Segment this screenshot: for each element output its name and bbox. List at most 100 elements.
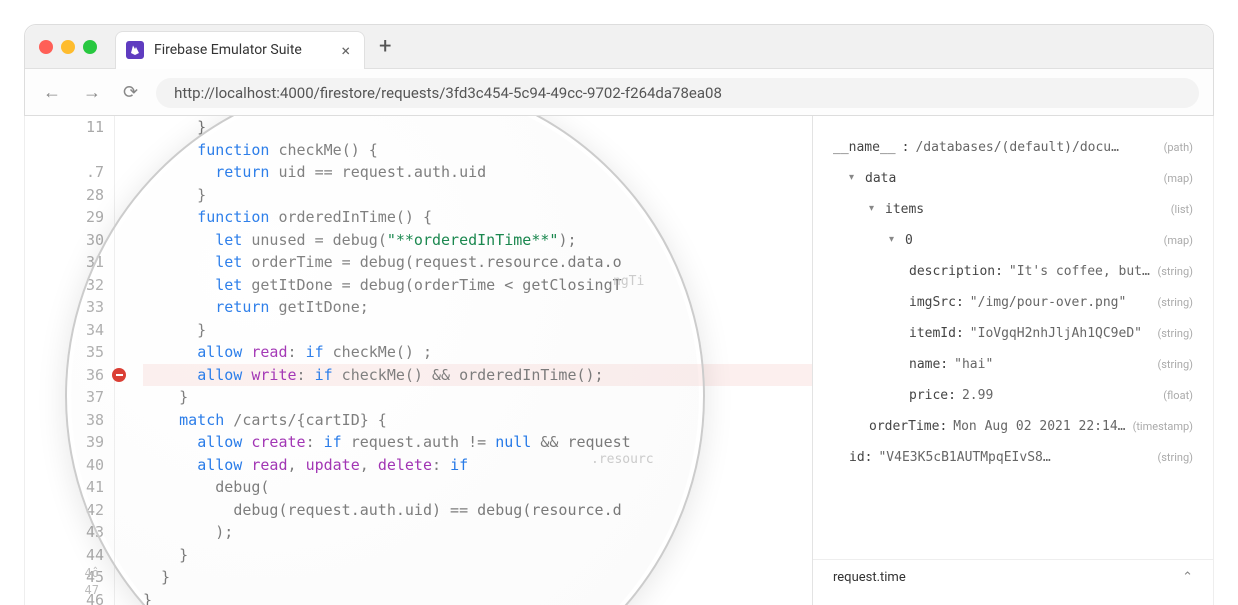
detail-row: imgSrc: "/img/pour-over.png" (string) [833,287,1193,318]
gutter-line: 28 [25,184,104,207]
detail-type: (map) [1164,172,1193,185]
request-time-row[interactable]: request.time ⌃ [813,559,1213,595]
code-line[interactable]: allow create: if request.auth != null &&… [143,431,812,454]
maximize-window-button[interactable] [83,40,97,54]
traffic-lights [39,40,97,54]
detail-row: orderTime: Mon Aug 02 2021 22:14:46 GM… (… [833,411,1193,442]
gutter-line: 32 [25,274,104,297]
line-gutter: 11.7282930313233343536373839404142434445… [25,116,115,605]
detail-key: data [865,171,896,186]
detail-key: __name__ [833,140,896,155]
reload-button[interactable]: ⟳ [119,80,142,105]
rules-editor: 11.7282930313233343536373839404142434445… [25,116,813,605]
detail-key: items [885,202,924,217]
url-text: http://localhost:4000/firestore/requests… [174,84,722,102]
detail-row[interactable]: ▾0(map) [833,225,1193,256]
tab-title: Firebase Emulator Suite [154,42,302,58]
address-row: ← → ⟳ http://localhost:4000/firestore/re… [25,69,1213,116]
detail-val: Mon Aug 02 2021 22:14:46 GM… [953,419,1126,434]
detail-type: (string) [1157,296,1193,309]
tree-toggle-icon[interactable]: ▾ [889,234,899,245]
detail-type: (string) [1157,265,1193,278]
code-line[interactable]: return getItDone; [143,296,812,319]
minimize-window-button[interactable] [61,40,75,54]
forward-button[interactable]: → [79,80,105,105]
detail-key: description: [909,264,1003,279]
detail-type: (string) [1157,358,1193,371]
content-area: 11.7282930313233343536373839404142434445… [24,116,1214,605]
code-line[interactable]: let unused = debug("**orderedInTime**"); [143,229,812,252]
gutter-line: 39 [25,431,104,454]
detail-type: (timestamp) [1133,420,1193,433]
gutter-line: 44 [25,544,104,567]
code-line[interactable]: } [143,566,812,589]
code-line[interactable]: allow read, update, delete: if [143,454,812,477]
new-tab-button[interactable]: + [365,34,405,59]
code-line[interactable]: } [143,184,812,207]
code-line[interactable]: let getItDone = debug(orderTime < getClo… [143,274,812,297]
code-line[interactable]: match /carts/{cartID} { [143,409,812,432]
error-badge-icon[interactable] [112,368,126,382]
tree-toggle-icon[interactable]: ▾ [869,203,879,214]
detail-key: price: [909,388,956,403]
detail-row[interactable]: ▾ items (list) [833,194,1193,225]
code-line[interactable]: let orderTime = debug(request.resource.d… [143,251,812,274]
detail-type: (string) [1157,451,1193,464]
detail-type: (map) [1164,234,1193,247]
code-line[interactable]: function checkMe() { [143,139,812,162]
code-line[interactable]: } [143,116,812,139]
detail-key: imgSrc: [909,295,964,310]
detail-val: 2.99 [962,388,993,403]
detail-type: (list) [1171,203,1193,216]
back-button[interactable]: ← [39,80,65,105]
gutter-line: 42 [25,499,104,522]
detail-key: id: [849,450,872,465]
code-line[interactable]: ); [143,521,812,544]
detail-val: "It's coffee, but fanc… [1009,264,1152,279]
close-window-button[interactable] [39,40,53,54]
code-line[interactable]: } [143,544,812,567]
close-tab-icon[interactable]: × [337,39,354,62]
firebase-favicon-icon [126,41,144,59]
code-line[interactable]: debug(request.auth.uid) == debug(resourc… [143,499,812,522]
code-line[interactable]: } [143,589,812,605]
code-line[interactable]: debug( [143,476,812,499]
gutter-line: 33 [25,296,104,319]
detail-key: orderTime: [869,419,947,434]
code-line[interactable]: allow write: if checkMe() && orderedInTi… [143,364,812,387]
detail-row: price: 2.99 (float) [833,380,1193,411]
gutter-line: 11 [25,116,104,139]
detail-type: (float) [1163,389,1193,402]
detail-key: itemId: [909,326,964,341]
gutter-line: 40 [25,454,104,477]
gutter-line: 35 [25,341,104,364]
detail-row: id: "V4E3K5cB1AUTMpqEIvS8ni5opKVS"(strin… [833,442,1193,473]
code-line[interactable]: } [143,386,812,409]
browser-chrome: Firebase Emulator Suite × + ← → ⟳ http:/… [24,24,1214,116]
detail-type: (path) [1164,141,1193,154]
detail-row: itemId: "IoVgqH2nhJljAh1QC9eD"(string) [833,318,1193,349]
expand-icon: ⌃ [1182,570,1193,585]
tab-strip: Firebase Emulator Suite × + [25,25,1213,69]
gutter-line [25,139,104,162]
browser-tab[interactable]: Firebase Emulator Suite × [115,31,365,69]
detail-row[interactable]: ▾ data (map) [833,163,1193,194]
detail-val: "/img/pour-over.png" [970,295,1127,310]
code-line[interactable]: } [143,319,812,342]
tree-toggle-icon[interactable]: ▾ [849,172,859,183]
gutter-line: .7 [25,161,104,184]
gutter-line: 29 [25,206,104,229]
background-code-fragment: ngTi [613,274,644,289]
request-time-label: request.time [833,570,906,585]
code-line[interactable]: function orderedInTime() { [143,206,812,229]
code-line[interactable]: return uid == request.auth.uid [143,161,812,184]
detail-val: "IoVgqH2nhJljAh1QC9eD" [970,326,1142,341]
code-line[interactable]: allow read: if checkMe() ; [143,341,812,364]
gutter-line: 38 [25,409,104,432]
gutter-line: 30 [25,229,104,252]
background-code-fragment: .resourc [591,452,654,467]
gutter-line: 4ô [25,565,99,582]
url-bar[interactable]: http://localhost:4000/firestore/requests… [156,78,1199,108]
detail-key: name: [909,357,948,372]
code-body[interactable]: } function checkMe() { return uid == req… [115,116,812,605]
